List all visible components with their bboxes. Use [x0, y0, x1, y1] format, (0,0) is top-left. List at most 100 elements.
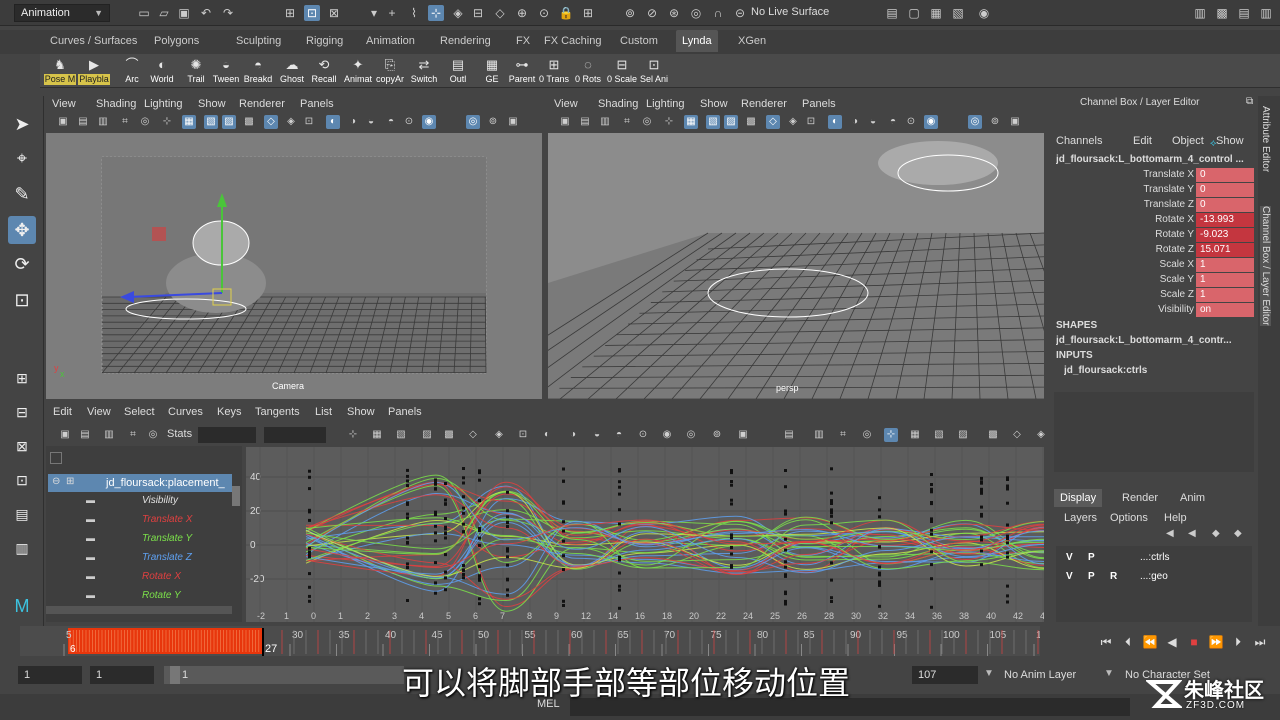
graph-tool-20-icon[interactable]: ⊚: [710, 428, 724, 442]
keyframe[interactable]: [730, 502, 733, 506]
keyframe[interactable]: [980, 480, 983, 484]
graph-tool-6-icon[interactable]: ▦: [370, 428, 384, 442]
left-panel-tool-18-icon[interactable]: ◉: [422, 115, 436, 129]
graph-menu-show[interactable]: Show: [347, 406, 375, 418]
layer-visibility-toggle[interactable]: V: [1066, 552, 1073, 563]
right-panel-tool-0-icon[interactable]: ▣: [558, 115, 572, 129]
render-frame-icon[interactable]: ▢: [906, 5, 922, 21]
keyframe[interactable]: [784, 602, 787, 606]
right-panel-menu-show[interactable]: Show: [700, 98, 728, 110]
live-surface-label[interactable]: No Live Surface: [751, 6, 829, 18]
render-settings-icon[interactable]: ▧: [950, 5, 966, 21]
keyframe[interactable]: [506, 490, 509, 494]
range-slider-bar[interactable]: 1: [164, 666, 404, 684]
shelf-tab-6[interactable]: FX: [510, 30, 536, 52]
shelf-tab-0[interactable]: Curves / Surfaces: [44, 30, 143, 52]
outliner-channel-row[interactable]: ▬ Translate X: [46, 511, 232, 530]
outliner-channel-row[interactable]: ▬ Visibility: [46, 492, 232, 511]
keyframe[interactable]: [878, 508, 881, 512]
persp-outliner-icon[interactable]: ⊡: [8, 466, 36, 494]
left-panel-tool-21-icon[interactable]: ▣: [506, 115, 520, 129]
keyframe[interactable]: [730, 564, 733, 568]
keyframe[interactable]: [444, 576, 447, 580]
keyframe[interactable]: [478, 565, 481, 569]
keyframe[interactable]: [878, 545, 881, 549]
keyframe[interactable]: [562, 554, 565, 558]
keyframe[interactable]: [462, 511, 465, 515]
single-perspective-icon[interactable]: ⊞: [8, 364, 36, 392]
channel-value[interactable]: 0: [1196, 183, 1254, 197]
graph-tool-12-icon[interactable]: ⊡: [516, 428, 530, 442]
keyframe[interactable]: [506, 520, 509, 524]
graph-tool-7-icon[interactable]: ▧: [394, 428, 408, 442]
keyframe[interactable]: [618, 555, 621, 559]
keyframe[interactable]: [1006, 523, 1009, 527]
keyframe[interactable]: [878, 565, 881, 569]
keyframe[interactable]: [308, 518, 311, 522]
keyframe[interactable]: [830, 578, 833, 582]
play-backwards-icon[interactable]: ◀: [1164, 634, 1180, 650]
graph-tool-16-icon[interactable]: ◓: [612, 428, 626, 442]
keyframe[interactable]: [444, 531, 447, 535]
graph-tool-31-icon[interactable]: ◇: [1010, 428, 1024, 442]
keyframe[interactable]: [434, 539, 437, 543]
keyframe[interactable]: [930, 563, 933, 567]
keyframe[interactable]: [308, 546, 311, 550]
graph-tool-25-icon[interactable]: ◎: [860, 428, 874, 442]
outliner-channel-row[interactable]: ▬ Translate Y: [46, 530, 232, 549]
keyframe[interactable]: [730, 480, 733, 483]
keyframe[interactable]: [462, 506, 465, 510]
left-panel-tool-19-icon[interactable]: ◎: [466, 115, 480, 129]
keyframe[interactable]: [618, 492, 621, 496]
channel-row[interactable]: Translate Z0: [1048, 198, 1258, 213]
keyframe[interactable]: [830, 596, 833, 600]
keyframe[interactable]: [444, 525, 447, 529]
filter-icon[interactable]: [50, 452, 62, 464]
keyframe[interactable]: [930, 483, 933, 486]
outliner-channel-row[interactable]: ▬ Rotate Y: [46, 587, 232, 606]
shelf-button-2[interactable]: ⌒ Arc: [116, 56, 148, 86]
left-panel-tool-9-icon[interactable]: ▩: [242, 115, 256, 129]
keyframe[interactable]: [434, 581, 437, 585]
layer-menu-layers[interactable]: Layers: [1064, 512, 1097, 524]
keyframe[interactable]: [930, 520, 933, 523]
right-panel-tool-10-icon[interactable]: ◇: [766, 115, 780, 129]
shelf-button-8[interactable]: ⟲ Recall: [308, 56, 340, 86]
keyframe[interactable]: [1006, 534, 1009, 538]
keyframe[interactable]: [308, 487, 311, 491]
ipr-render-icon[interactable]: ▦: [928, 5, 944, 21]
magnet-icon[interactable]: ∩: [710, 5, 726, 21]
graph-tool-30-icon[interactable]: ▩: [986, 428, 1000, 442]
channel-row[interactable]: Translate X0: [1048, 168, 1258, 183]
layer-row[interactable]: V P ...:ctrls: [1060, 550, 1252, 568]
layer-render-toggle[interactable]: R: [1110, 571, 1117, 582]
graph-tool-1-icon[interactable]: ▤: [78, 428, 92, 442]
graph-menu-edit[interactable]: Edit: [53, 406, 72, 418]
keyframe[interactable]: [478, 527, 481, 530]
channel-box-toggle-icon[interactable]: ▥: [1258, 5, 1274, 21]
keyframe[interactable]: [618, 508, 621, 512]
time-slider[interactable]: 5303540455055606570758085909510010510627: [20, 626, 1048, 656]
left-panel-tool-7-icon[interactable]: ▧: [204, 115, 218, 129]
save-scene-icon[interactable]: ▣: [176, 5, 192, 21]
graph-menu-panels[interactable]: Panels: [388, 406, 422, 418]
keyframe[interactable]: [506, 549, 509, 553]
shelf-button-4[interactable]: ✺ Trail: [180, 56, 212, 86]
right-panel-tool-17-icon[interactable]: ⊙: [904, 115, 918, 129]
keyframe[interactable]: [406, 536, 409, 540]
keyframe[interactable]: [406, 502, 409, 506]
keyframe[interactable]: [930, 577, 933, 581]
four-view-icon[interactable]: ⊟: [8, 398, 36, 426]
rotate-tool-icon[interactable]: ⟳: [8, 250, 36, 278]
shelf-button-5[interactable]: ◒ Tween: [210, 56, 242, 86]
keyframe[interactable]: [308, 594, 311, 598]
playback-start-field[interactable]: 1: [90, 666, 154, 684]
channel-menu-edit[interactable]: Edit: [1133, 135, 1152, 147]
keyframe[interactable]: [784, 548, 787, 552]
step-forward-key-icon[interactable]: ⏩: [1208, 634, 1224, 650]
keyframe[interactable]: [730, 533, 733, 537]
shelf-button-10[interactable]: ⎘ copyAr: [374, 56, 406, 86]
new-scene-icon[interactable]: ▭: [136, 5, 152, 21]
right-panel-tool-15-icon[interactable]: ◒: [866, 115, 880, 129]
keyframe[interactable]: [444, 517, 447, 520]
